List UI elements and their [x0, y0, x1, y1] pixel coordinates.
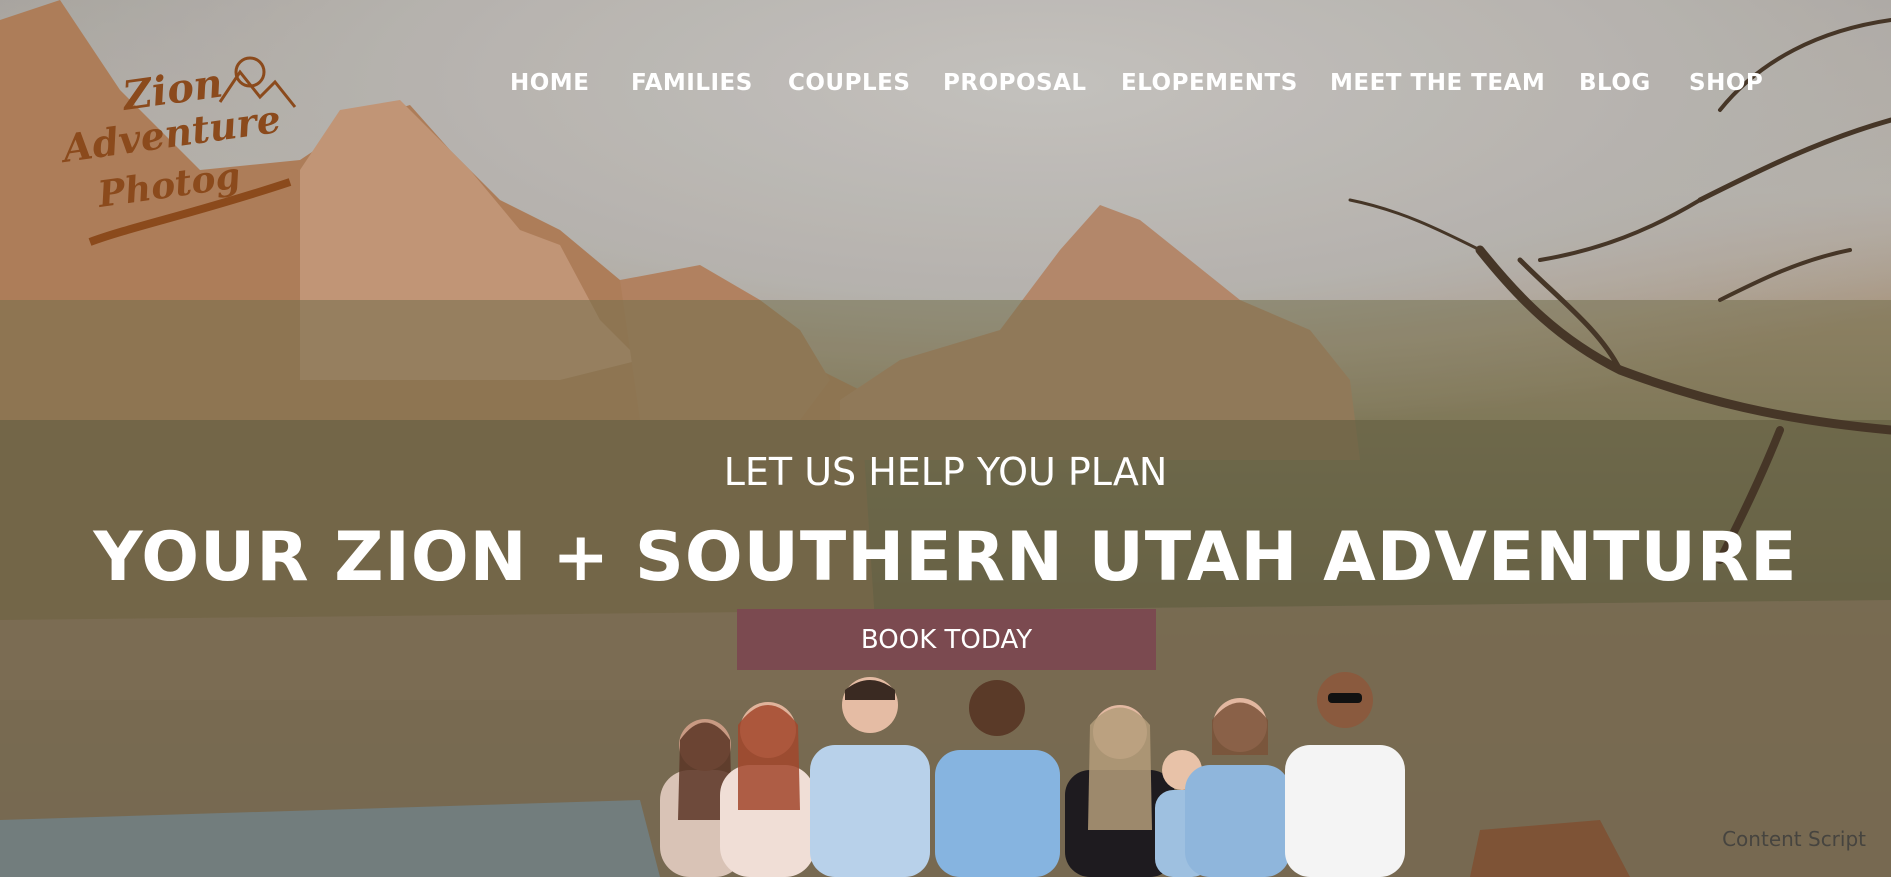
nav-proposal[interactable]: PROPOSAL — [943, 70, 1087, 96]
nav-couples[interactable]: COUPLES — [788, 70, 910, 96]
nav-meet-the-team[interactable]: MEET THE TEAM — [1330, 70, 1545, 96]
group-photo-people — [660, 672, 1405, 877]
nav-elopements[interactable]: ELOPEMENTS — [1121, 70, 1298, 96]
hero-section: Zion Adventure Photog HOME FAMILIES COUP… — [0, 0, 1891, 877]
nav-families[interactable]: FAMILIES — [631, 70, 753, 96]
nav-shop[interactable]: SHOP — [1689, 70, 1763, 96]
nav-blog[interactable]: BLOG — [1579, 70, 1651, 96]
nav-home[interactable]: HOME — [510, 70, 589, 96]
content-script-credit: Content Script — [1722, 827, 1866, 851]
main-nav: HOME FAMILIES COUPLES PROPOSAL ELOPEMENT… — [0, 70, 1891, 110]
hero-headline: YOUR ZION + SOUTHERN UTAH ADVENTURE — [93, 518, 1798, 597]
hero-subheading: LET US HELP YOU PLAN — [723, 450, 1168, 494]
